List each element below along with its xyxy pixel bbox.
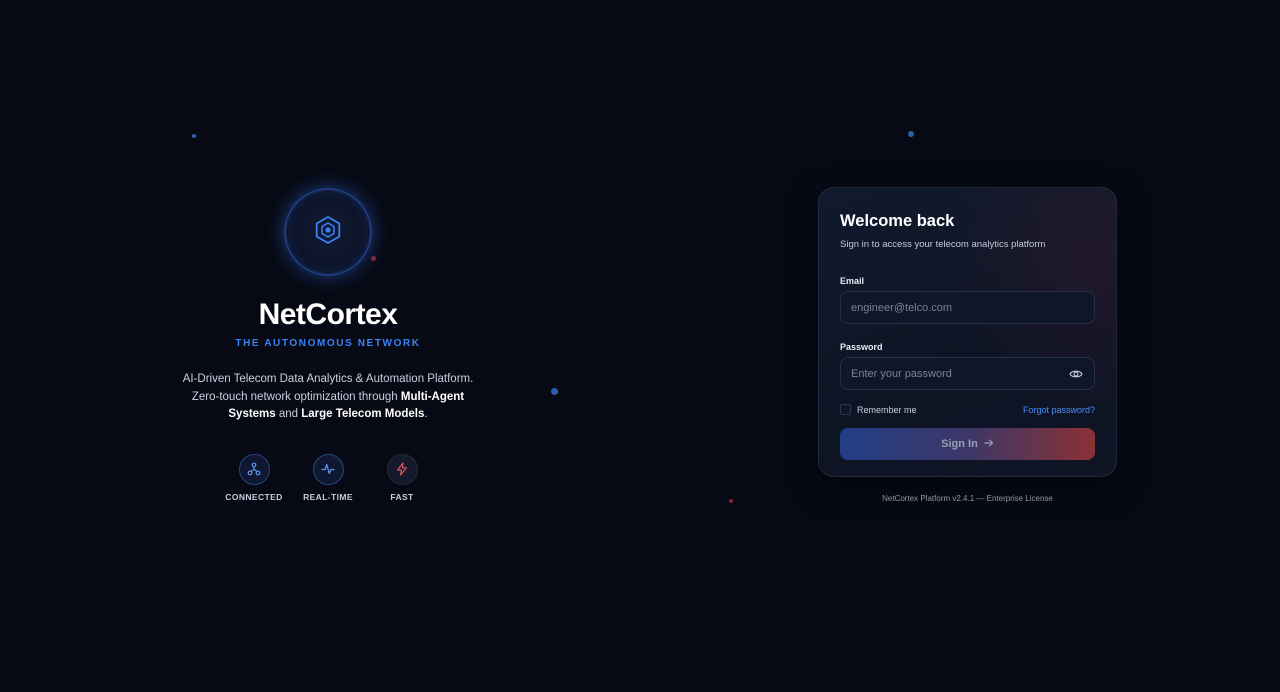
login-card: Welcome back Sign in to access your tele… [818,187,1117,477]
brand-tagline: THE AUTONOMOUS NETWORK [235,338,421,349]
feature-fast: FAST [376,453,428,502]
description-highlight: Large Telecom Models [301,408,425,420]
activity-icon [312,453,344,485]
description-text: . [424,408,428,420]
network-icon [238,453,270,485]
description-text: and [275,408,302,420]
login-page: NetCortex THE AUTONOMOUS NETWORK AI-Driv… [0,0,1280,692]
sign-in-button[interactable]: Sign In [840,428,1095,460]
feature-label: REAL-TIME [303,491,353,502]
sign-in-label: Sign In [941,438,978,450]
remember-label: Remember me [857,404,917,415]
password-label: Password [840,342,883,352]
email-field[interactable] [851,301,1084,314]
hexagon-icon [313,215,343,250]
feature-label: CONNECTED [225,491,283,502]
forgot-password-link[interactable]: Forgot password? [1023,405,1095,415]
lightning-icon [386,453,418,485]
feature-connected: CONNECTED [225,453,283,502]
password-field-wrapper [840,357,1095,390]
logo [284,188,372,276]
feature-label: FAST [390,491,414,502]
eye-icon[interactable] [1068,366,1084,382]
email-label: Email [840,276,865,286]
feature-list: CONNECTED REAL-TIME FAST [225,453,428,502]
feature-real-time: REAL-TIME [302,453,354,502]
login-title: Welcome back [840,212,955,230]
arrow-right-icon [984,438,994,451]
brand-description: AI-Driven Telecom Data Analytics & Autom… [178,371,478,424]
background-dot [729,499,733,503]
background-dot [551,388,558,395]
remember-checkbox[interactable] [840,404,851,415]
footer-version: NetCortex Platform v2.4.1 — Enterprise L… [882,494,1053,503]
password-field[interactable] [851,367,1068,380]
background-dot [908,131,914,137]
background-dot [192,134,196,138]
login-subtitle: Sign in to access your telecom analytics… [840,239,1046,250]
description-line-1: AI-Driven Telecom Data Analytics & Autom… [182,373,474,385]
email-field-wrapper [840,291,1095,324]
hero-section: NetCortex THE AUTONOMOUS NETWORK AI-Driv… [168,188,488,502]
remember-me[interactable]: Remember me [840,404,917,415]
login-options: Remember me Forgot password? [840,404,1095,415]
description-text: Zero-touch network optimization through [191,390,401,403]
brand-name: NetCortex [258,298,398,331]
